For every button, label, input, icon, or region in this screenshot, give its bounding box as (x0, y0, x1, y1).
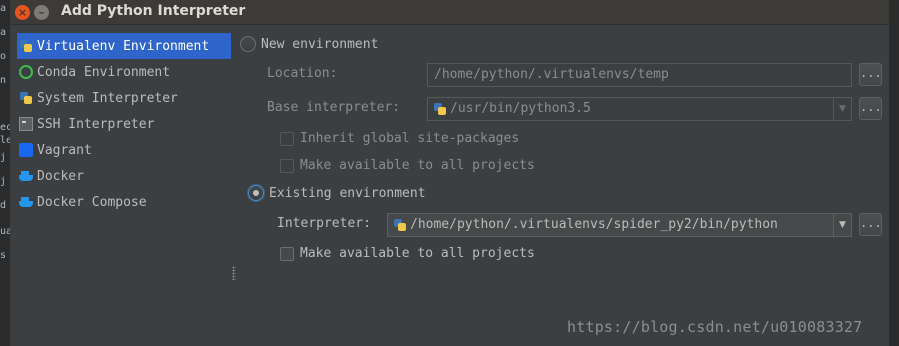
existing-env-make-available-label: Make available to all projects (300, 246, 535, 261)
sidebar-item-ssh[interactable]: SSH Interpreter (17, 111, 231, 137)
sidebar-item-label: Vagrant (37, 142, 92, 158)
background-editor-strip: a a o n ec le j j d ua s (0, 0, 10, 346)
close-icon[interactable]: × (15, 5, 30, 20)
existing-environment-option[interactable]: Existing environment (248, 185, 426, 201)
inherit-site-packages-checkbox[interactable] (280, 131, 294, 146)
base-interpreter-select[interactable]: /usr/bin/python3.5 ▼ (427, 97, 852, 121)
interpreter-type-list: Virtualenv Environment Conda Environment… (17, 33, 231, 215)
vagrant-icon (19, 143, 33, 157)
minimize-icon[interactable]: – (34, 5, 49, 20)
sidebar-item-label: SSH Interpreter (37, 116, 155, 132)
sidebar-item-label: System Interpreter (37, 90, 178, 106)
edge-glyph: le (0, 135, 10, 146)
conda-icon (19, 65, 33, 79)
existing-env-make-available-option[interactable]: Make available to all projects (280, 246, 535, 261)
location-browse-button[interactable]: ... (859, 63, 882, 86)
terminal-icon (19, 117, 33, 131)
edge-glyph: j (0, 176, 7, 187)
sidebar-item-label: Docker Compose (37, 194, 147, 210)
existing-environment-radio[interactable] (248, 185, 264, 201)
chevron-down-icon[interactable]: ▼ (833, 98, 851, 120)
new-env-make-available-label: Make available to all projects (300, 158, 535, 173)
sidebar-item-label: Virtualenv Environment (37, 38, 210, 54)
new-environment-label: New environment (261, 36, 379, 52)
edge-glyph: d (0, 200, 7, 211)
python-icon (19, 39, 33, 53)
base-interpreter-browse-button[interactable]: ... (859, 97, 882, 120)
dialog-title: Add Python Interpreter (61, 3, 246, 19)
new-env-make-available-option[interactable]: Make available to all projects (280, 158, 535, 173)
sidebar-item-system[interactable]: System Interpreter (17, 85, 231, 111)
docker-icon (19, 195, 33, 209)
edge-glyph: ua (0, 226, 10, 237)
sidebar-item-conda[interactable]: Conda Environment (17, 59, 231, 85)
title-bar[interactable]: × – Add Python Interpreter (10, 0, 889, 25)
interpreter-select[interactable]: /home/python/.virtualenvs/spider_py2/bin… (387, 213, 852, 237)
interpreter-value: /home/python/.virtualenvs/spider_py2/bin… (410, 217, 778, 232)
edge-glyph: s (0, 250, 7, 261)
new-environment-radio[interactable] (240, 36, 256, 52)
edge-glyph: o (0, 51, 7, 62)
base-interpreter-value: /usr/bin/python3.5 (450, 101, 591, 116)
edge-glyph: a (0, 3, 7, 14)
interpreter-label: Interpreter: (277, 216, 371, 231)
virtualenv-settings-panel: New environment Location: /home/python/.… (238, 33, 889, 346)
existing-environment-label: Existing environment (269, 185, 426, 201)
add-python-interpreter-dialog: × – Add Python Interpreter Virtualenv En… (10, 0, 889, 346)
edge-glyph: a (0, 27, 7, 38)
docker-icon (19, 169, 33, 183)
location-field[interactable]: /home/python/.virtualenvs/temp (427, 63, 852, 87)
inherit-site-packages-option[interactable]: Inherit global site-packages (280, 131, 519, 146)
edge-glyph: j (0, 152, 7, 163)
edge-glyph: n (0, 75, 7, 86)
edge-glyph: ec (0, 122, 10, 133)
new-environment-option[interactable]: New environment (240, 36, 378, 52)
sidebar-item-label: Conda Environment (37, 64, 171, 80)
watermark-url: https://blog.csdn.net/u010083327 (567, 318, 863, 336)
python-icon (433, 102, 447, 116)
existing-env-make-available-checkbox[interactable] (280, 246, 294, 261)
sidebar-item-docker-compose[interactable]: Docker Compose (17, 189, 231, 215)
base-interpreter-label: Base interpreter: (267, 100, 401, 115)
sidebar-item-label: Docker (37, 168, 84, 184)
sidebar-item-virtualenv[interactable]: Virtualenv Environment (17, 33, 231, 59)
location-label: Location: (267, 66, 338, 81)
splitter-handle[interactable] (232, 266, 236, 280)
interpreter-browse-button[interactable]: ... (859, 213, 882, 236)
sidebar-item-vagrant[interactable]: Vagrant (17, 137, 231, 163)
background-window-edge (889, 0, 899, 346)
inherit-site-packages-label: Inherit global site-packages (300, 131, 520, 146)
python-icon (19, 91, 33, 105)
chevron-down-icon[interactable]: ▼ (833, 214, 851, 236)
python-icon (393, 218, 407, 232)
new-env-make-available-checkbox[interactable] (280, 158, 294, 173)
sidebar-item-docker[interactable]: Docker (17, 163, 231, 189)
